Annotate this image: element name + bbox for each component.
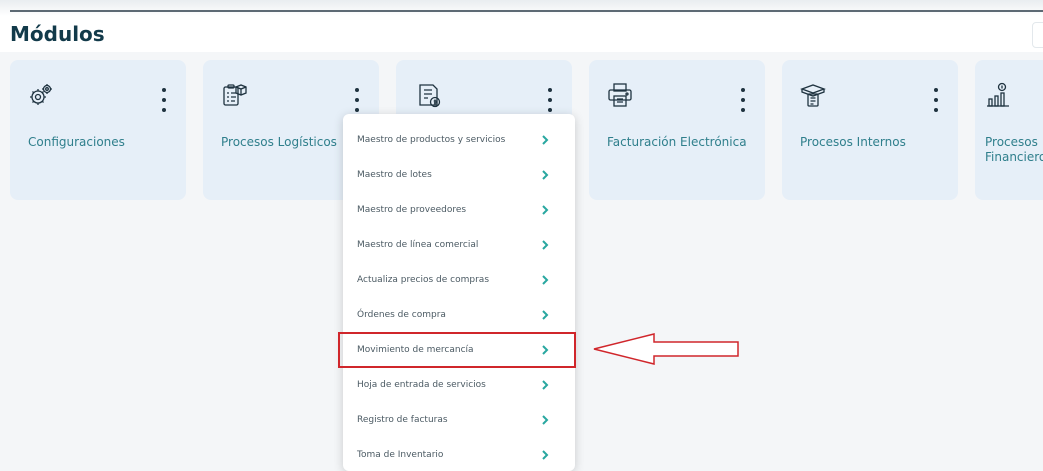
menu-item-label: Maestro de línea comercial (357, 240, 479, 250)
chart-dollar-icon (985, 82, 1011, 108)
menu-item-maestro-productos[interactable]: Maestro de productos y servicios (343, 124, 575, 158)
chevron-right-icon (539, 203, 551, 217)
menu-item-ordenes-compra[interactable]: Órdenes de compra (343, 299, 575, 333)
chevron-right-icon (539, 168, 551, 182)
menu-item-maestro-linea-comercial[interactable]: Maestro de línea comercial (343, 229, 575, 263)
document-dollar-icon (416, 82, 442, 108)
module-label: Configuraciones (28, 135, 125, 149)
gears-icon (28, 82, 54, 108)
menu-item-label: Maestro de proveedores (357, 205, 467, 215)
page-title: Módulos (10, 22, 105, 46)
chevron-right-icon (539, 273, 551, 287)
card-menu-button[interactable] (349, 88, 365, 112)
chevron-right-icon (539, 133, 551, 147)
left-arrow-icon (592, 332, 742, 366)
module-card-configuraciones[interactable]: Configuraciones (10, 60, 186, 200)
menu-item-label: Hoja de entrada de servicios (357, 380, 486, 390)
card-menu-button[interactable] (156, 88, 172, 112)
menu-item-label: Registro de facturas (357, 415, 448, 425)
card-menu-button[interactable] (928, 88, 944, 112)
menu-item-toma-inventario[interactable]: Toma de Inventario (343, 439, 575, 471)
menu-item-maestro-proveedores[interactable]: Maestro de proveedores (343, 194, 575, 228)
module-dropdown-menu: Maestro de productos y servicios Maestro… (343, 114, 575, 471)
module-label: Facturación Electrónica (607, 135, 747, 149)
menu-item-label: Toma de Inventario (357, 450, 444, 460)
chevron-right-icon (539, 238, 551, 252)
highlight-box (338, 332, 576, 368)
menu-item-label: Órdenes de compra (357, 310, 446, 320)
module-card-facturacion-electronica[interactable]: Facturación Electrónica (589, 60, 765, 200)
module-card-procesos-financieros[interactable]: Procesos Financieros (975, 60, 1043, 200)
menu-item-label: Actualiza precios de compras (357, 275, 490, 285)
menu-item-registro-facturas[interactable]: Registro de facturas (343, 404, 575, 438)
menu-item-maestro-lotes[interactable]: Maestro de lotes (343, 159, 575, 193)
menu-item-label: Maestro de lotes (357, 170, 432, 180)
menu-item-hoja-entrada-servicios[interactable]: Hoja de entrada de servicios (343, 369, 575, 403)
clipboard-box-icon (221, 82, 247, 108)
printer-icon (607, 82, 633, 108)
module-card-procesos-internos[interactable]: Procesos Internos (782, 60, 958, 200)
card-menu-button[interactable] (735, 88, 751, 112)
chevron-right-icon (539, 308, 551, 322)
card-menu-button[interactable] (542, 88, 558, 112)
box-clipboard-icon (800, 82, 826, 108)
menu-item-label: Maestro de productos y servicios (357, 135, 506, 145)
chevron-right-icon (539, 378, 551, 392)
topbar-shadow (0, 0, 1043, 16)
chevron-right-icon (539, 413, 551, 427)
module-label: Procesos Internos (800, 135, 906, 149)
page-action-box[interactable] (1032, 22, 1043, 48)
chevron-right-icon (539, 448, 551, 462)
module-label: Procesos Financieros (985, 135, 1043, 164)
topbar-line (10, 10, 1043, 12)
menu-item-actualiza-precios[interactable]: Actualiza precios de compras (343, 264, 575, 298)
